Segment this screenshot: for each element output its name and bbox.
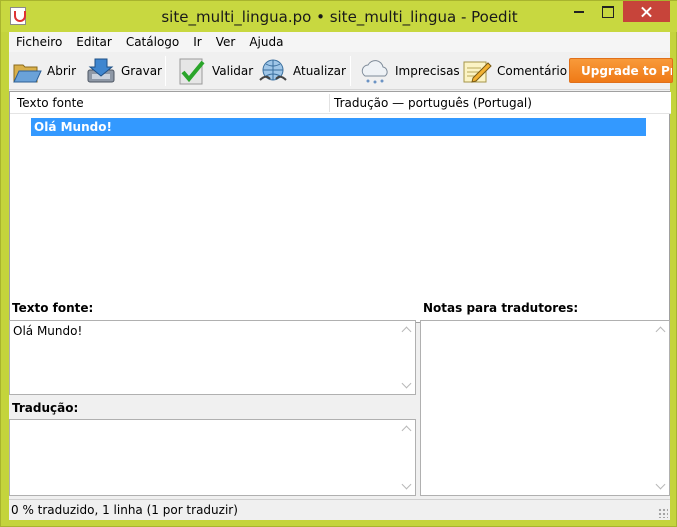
scroll-up-icon[interactable] (652, 321, 669, 338)
list-row[interactable]: Olá Mundo! (31, 118, 646, 136)
notes-label: Notas para tradutores: (423, 301, 579, 315)
menu-ir[interactable]: Ir (186, 32, 208, 52)
source-text-box[interactable]: Olá Mundo! (9, 320, 416, 395)
fuzzy-button[interactable]: Imprecisas (359, 54, 460, 88)
list-header: Texto fonte Tradução — português (Portug… (10, 92, 671, 114)
app-window: site_multi_lingua.po • site_multi_lingua… (0, 0, 677, 527)
scroll-up-icon[interactable] (398, 321, 415, 338)
open-button[interactable]: Abrir (11, 54, 76, 88)
scroll-up-icon[interactable] (398, 420, 415, 437)
scroll-down-icon[interactable] (652, 478, 669, 495)
globe-update-icon (257, 56, 289, 86)
client-area: Ficheiro Editar Catálogo Ir Ver Ajuda Ab… (9, 32, 673, 520)
fuzzy-label: Imprecisas (395, 64, 460, 78)
menu-editar[interactable]: Editar (69, 32, 119, 52)
validate-button[interactable]: Validar (176, 54, 253, 88)
menu-catalogo[interactable]: Catálogo (119, 32, 186, 52)
save-label: Gravar (121, 64, 162, 78)
menu-ver[interactable]: Ver (209, 32, 243, 52)
note-pencil-icon (461, 56, 493, 86)
status-text: 0 % traduzido, 1 linha (1 por traduzir) (11, 503, 238, 517)
folder-open-icon (11, 56, 43, 86)
source-text: Olá Mundo! (13, 324, 83, 338)
save-button[interactable]: Gravar (85, 54, 162, 88)
scroll-down-icon[interactable] (398, 377, 415, 394)
column-translation[interactable]: Tradução — português (Portugal) (334, 92, 532, 114)
maximize-button[interactable] (594, 1, 622, 22)
translation-scrollbar[interactable] (398, 420, 415, 495)
translation-label: Tradução: (12, 401, 79, 415)
toolbar-separator (350, 56, 351, 86)
source-scrollbar[interactable] (398, 321, 415, 394)
source-label: Texto fonte: (12, 301, 94, 315)
menu-ajuda[interactable]: Ajuda (242, 32, 290, 52)
notes-scrollbar[interactable] (652, 321, 669, 495)
checkmark-icon (176, 56, 208, 86)
status-bar: 0 % traduzido, 1 linha (1 por traduzir) (9, 499, 670, 520)
cloud-icon (359, 56, 391, 86)
column-source[interactable]: Texto fonte (17, 92, 84, 114)
title-bar[interactable]: site_multi_lingua.po • site_multi_lingua… (1, 1, 677, 32)
comment-button[interactable]: Comentário (461, 54, 567, 88)
toolbar-separator (165, 56, 166, 86)
update-label: Atualizar (293, 64, 346, 78)
minimize-button[interactable] (565, 1, 593, 22)
translation-list[interactable]: Texto fonte Tradução — português (Portug… (9, 91, 671, 323)
upgrade-button[interactable]: Upgrade to Pro (569, 58, 673, 83)
notes-box[interactable] (420, 320, 670, 496)
resize-grip[interactable] (658, 508, 668, 518)
toolbar: Abrir Gravar Validar Atualizar Imprecisa… (9, 52, 673, 90)
menu-ficheiro[interactable]: Ficheiro (9, 32, 69, 52)
menu-bar: Ficheiro Editar Catálogo Ir Ver Ajuda (9, 32, 670, 52)
comment-label: Comentário (497, 64, 568, 78)
close-button[interactable] (623, 1, 670, 22)
row-source: Olá Mundo! (34, 120, 112, 134)
validate-label: Validar (212, 64, 254, 78)
translation-input[interactable] (9, 419, 416, 496)
save-icon (85, 56, 117, 86)
open-label: Abrir (47, 64, 77, 78)
column-divider[interactable] (329, 94, 330, 112)
scroll-down-icon[interactable] (398, 478, 415, 495)
update-button[interactable]: Atualizar (257, 54, 346, 88)
